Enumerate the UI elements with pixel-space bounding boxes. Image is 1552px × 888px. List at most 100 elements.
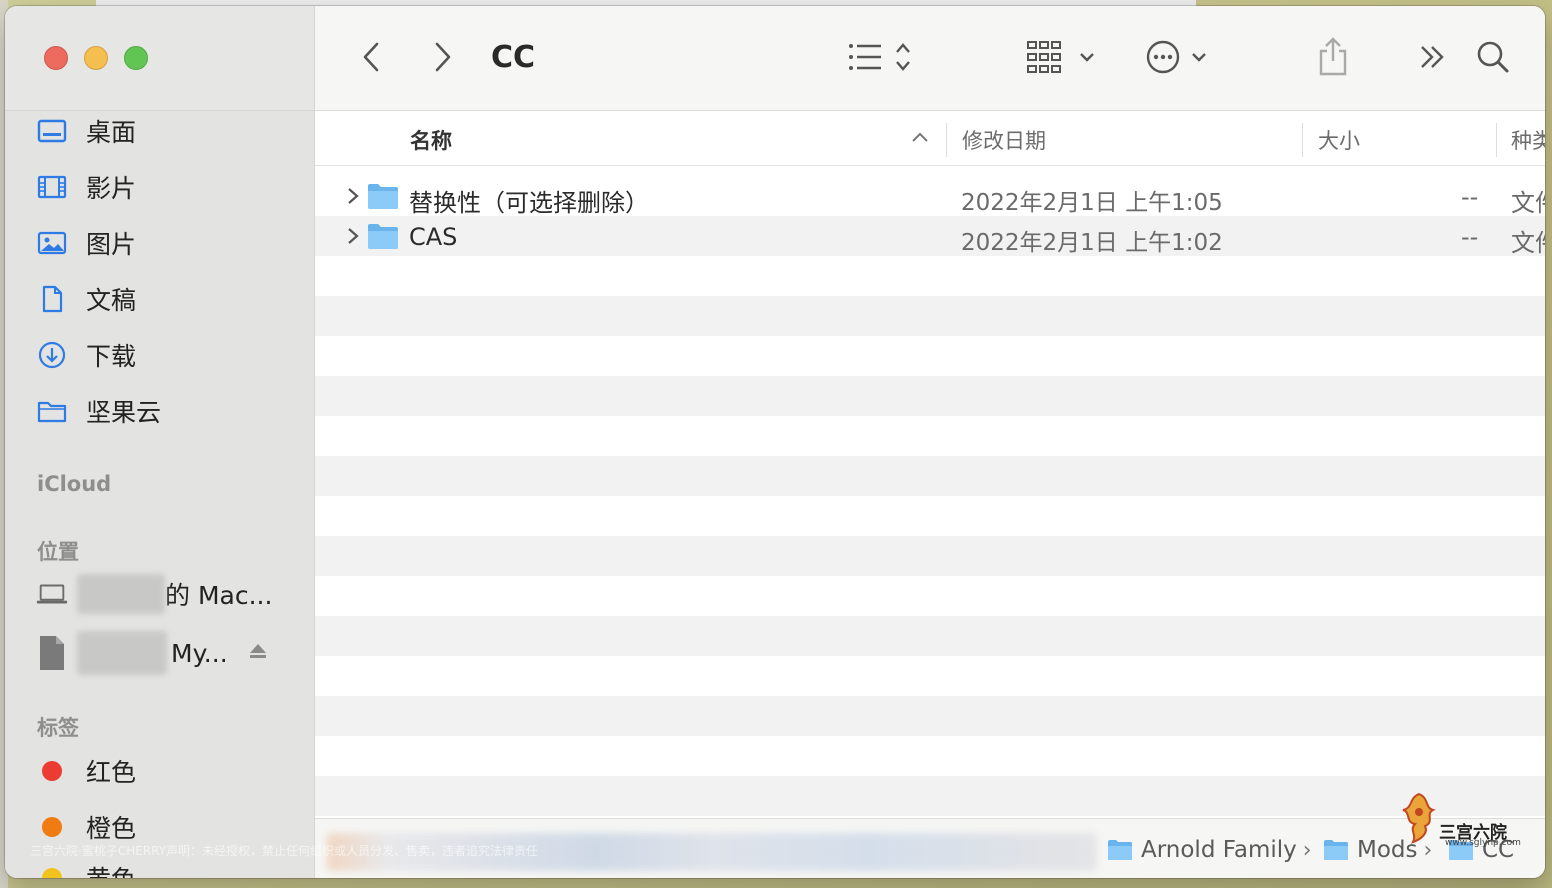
group-button[interactable] <box>1025 36 1101 78</box>
watermark-logo-url: www.sglynp.com <box>1445 838 1521 848</box>
double-chevron-right-icon <box>1421 46 1444 68</box>
sidebar-item-pictures[interactable]: 图片 <box>35 223 136 263</box>
sidebar-section-locations[interactable]: 位置 <box>37 536 79 566</box>
table-row[interactable]: CAS 2022年2月1日 上午1:02 -- 文件夹 <box>315 216 1545 257</box>
tag-orange-icon <box>35 813 69 841</box>
sidebar-item-desktop[interactable]: 桌面 <box>35 111 136 151</box>
eject-icon[interactable] <box>248 642 268 664</box>
more-toolbar-button[interactable] <box>1415 36 1451 78</box>
empty-row <box>315 336 1545 376</box>
file-name: CAS <box>409 223 458 251</box>
sidebar-item-drive[interactable]: My... <box>35 630 268 676</box>
empty-row <box>315 696 1545 736</box>
sidebar-item-label: 影片 <box>86 174 137 203</box>
empty-row <box>315 496 1545 536</box>
sort-ascending-icon[interactable] <box>911 129 929 148</box>
sidebar-item-downloads[interactable]: 下载 <box>35 335 136 375</box>
column-header-kind[interactable]: 种类 <box>1511 125 1545 155</box>
file-list: 替换性（可选择删除） 2022年2月1日 上午1:05 -- 文件夹 CAS 2… <box>315 166 1545 816</box>
redacted-name <box>77 574 165 614</box>
sidebar-item-label: 文稿 <box>86 286 137 315</box>
sidebar-tag-orange[interactable]: 橙色 <box>35 807 136 847</box>
grid-icon <box>1027 41 1094 73</box>
sidebar-item-movies[interactable]: 影片 <box>35 167 136 207</box>
column-header-name[interactable]: 名称 <box>410 125 452 155</box>
sidebar-item-label: 的 Mac... <box>165 581 273 610</box>
column-separator[interactable] <box>946 123 947 157</box>
window-title: CC <box>491 40 536 75</box>
forward-button[interactable] <box>427 36 459 78</box>
laptop-icon <box>35 580 69 608</box>
empty-row <box>315 776 1545 816</box>
disclosure-triangle-icon[interactable] <box>345 226 361 246</box>
watermark-notice: 三宫六院·蜜桃子CHERRY声明：未经授权，禁止任何组织或人员分发、售卖，违者追… <box>30 844 539 858</box>
column-separator[interactable] <box>1496 123 1497 157</box>
empty-row <box>315 576 1545 616</box>
sidebar-item-label: 红色 <box>86 758 137 787</box>
chevron-left-icon <box>363 42 379 72</box>
disclosure-triangle-icon[interactable] <box>345 186 361 206</box>
path-chevron-icon: › <box>1302 837 1312 863</box>
sidebar-item-label: 桌面 <box>86 118 137 147</box>
tag-red-icon <box>35 757 69 785</box>
film-icon <box>35 173 69 201</box>
share-button[interactable] <box>1315 36 1351 78</box>
ellipsis-circle-icon <box>1146 40 1206 74</box>
share-icon <box>1319 37 1347 76</box>
column-header-size[interactable]: 大小 <box>1318 125 1360 155</box>
zoom-window-button[interactable] <box>124 46 148 70</box>
sidebar-tag-yellow[interactable]: 黄色 <box>35 858 136 878</box>
path-crumb-label: Arnold Family <box>1141 837 1297 863</box>
file-modified: 2022年2月1日 上午1:05 <box>961 190 1223 216</box>
sidebar-section-icloud[interactable]: iCloud <box>37 472 111 496</box>
photo-icon <box>35 229 69 257</box>
folder-icon <box>35 397 69 425</box>
search-icon <box>1477 41 1509 73</box>
chevron-right-icon <box>435 42 451 72</box>
empty-row <box>315 616 1545 656</box>
file-name: 替换性（可选择删除） <box>409 189 649 217</box>
file-kind: 文件夹 <box>1511 189 1545 217</box>
desktop-icon <box>35 117 69 145</box>
watermark-logo: 三宫六院 www.sglynp.com <box>1395 790 1525 850</box>
sidebar-item-label: 橙色 <box>86 814 137 843</box>
empty-row <box>315 256 1545 296</box>
sidebar-tag-red[interactable]: 红色 <box>35 751 136 791</box>
minimize-window-button[interactable] <box>84 46 108 70</box>
table-row[interactable]: 替换性（可选择删除） 2022年2月1日 上午1:05 -- 文件夹 <box>315 176 1545 217</box>
close-window-button[interactable] <box>44 46 68 70</box>
document-icon <box>35 285 69 313</box>
search-button[interactable] <box>1475 36 1511 78</box>
sidebar-item-label: 黄色 <box>86 860 136 878</box>
sidebar-item-label: 图片 <box>86 230 137 259</box>
file-size: -- <box>1461 183 1479 211</box>
empty-row <box>315 536 1545 576</box>
tag-yellow-icon <box>35 864 69 878</box>
column-header-modified[interactable]: 修改日期 <box>962 125 1046 155</box>
action-button[interactable] <box>1145 36 1217 78</box>
phoenix-logo-icon <box>1402 792 1436 844</box>
empty-row <box>315 736 1545 776</box>
sidebar-item-documents[interactable]: 文稿 <box>35 279 136 319</box>
finder-window: 桌面 影片 图片 文稿 下载 坚果云 iCloud 位置 的 Mac... My… <box>5 6 1545 878</box>
sidebar-section-tags[interactable]: 标签 <box>37 712 79 742</box>
redacted-name <box>77 631 167 675</box>
empty-row <box>315 296 1545 336</box>
column-header: 名称 修改日期 大小 种类 <box>315 111 1545 166</box>
toolbar: CC <box>315 6 1545 111</box>
sidebar-item-label: 坚果云 <box>86 398 162 427</box>
folder-icon <box>1324 840 1348 860</box>
path-crumb-arnold-family[interactable]: Arnold Family › <box>1107 837 1318 863</box>
empty-row <box>315 416 1545 456</box>
folder-icon <box>367 222 399 250</box>
sidebar-item-label: 下载 <box>86 342 137 371</box>
sidebar-item-mac[interactable]: 的 Mac... <box>35 574 272 614</box>
sidebar: 桌面 影片 图片 文稿 下载 坚果云 iCloud 位置 的 Mac... My… <box>5 6 315 878</box>
back-button[interactable] <box>355 36 387 78</box>
sidebar-item-jianguoyun[interactable]: 坚果云 <box>35 391 161 431</box>
view-options-button[interactable] <box>845 36 917 78</box>
column-separator[interactable] <box>1302 123 1303 157</box>
sidebar-item-label: My... <box>171 638 228 668</box>
list-view-icon <box>849 43 910 71</box>
file-size: -- <box>1461 223 1479 251</box>
